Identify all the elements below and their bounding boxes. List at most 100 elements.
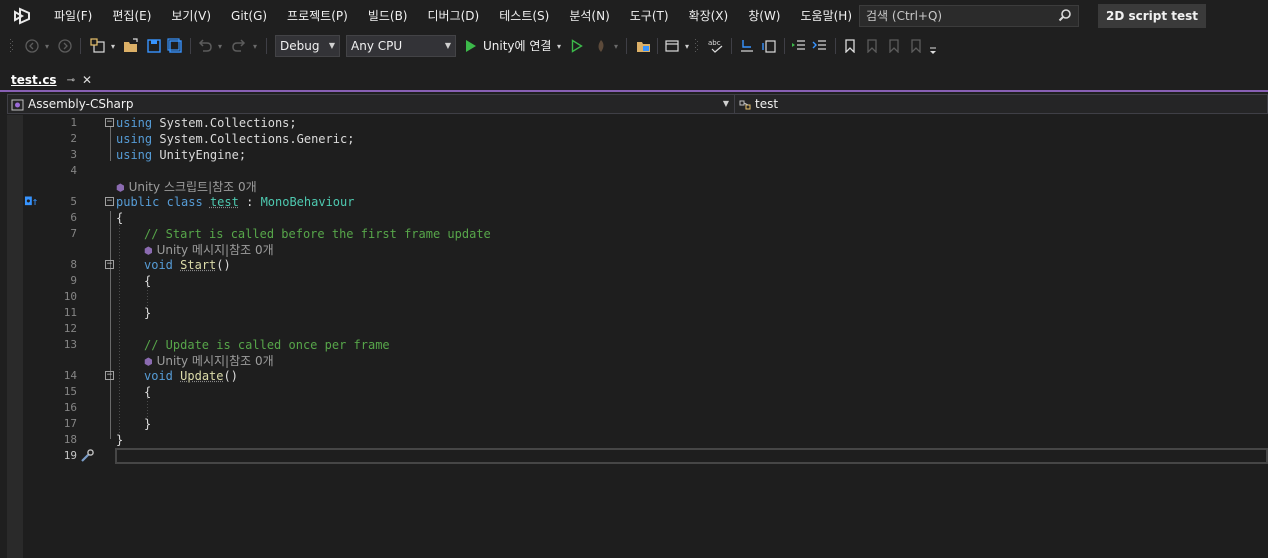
menu-build[interactable]: 빌드(B) [358,0,418,32]
project-dropdown[interactable]: Assembly-CSharp ▼ [8,95,733,113]
solution-platform-select[interactable]: Any CPU ▼ [346,35,456,57]
code-line-8: 8 − void Start() [7,257,1268,273]
tab-well-divider [0,90,1268,92]
toolbar-grip-icon[interactable] [694,37,700,55]
code-line-10: 10 [7,289,1268,305]
menu-view[interactable]: 보기(V) [161,0,221,32]
code-text: // Start is called before the first fram… [144,226,491,242]
collapse-icon[interactable]: − [105,260,114,269]
new-project-icon[interactable] [88,37,108,55]
browse-folder-icon[interactable] [634,37,654,55]
start-without-debugging-icon[interactable] [569,37,585,55]
navigate-back-icon[interactable] [23,37,41,55]
standard-toolbar: ▾ ▾ ▾ ▾ Debug ▼ Any CPU ▼ Unity에 연결 ▾ ▾ [0,32,1268,60]
collapse-icon[interactable]: − [105,197,114,206]
redo-icon[interactable] [230,37,248,55]
member-dropdown[interactable]: test [734,95,1268,113]
code-text: { [116,210,123,226]
chevron-down-icon: ▼ [723,95,729,113]
outdent-icon[interactable] [790,37,808,55]
menu-window[interactable]: 창(W) [738,0,790,32]
code-text: { [144,384,151,400]
start-debugging-button[interactable]: Unity에 연결 [483,35,551,57]
previous-bookmark-icon[interactable] [864,37,880,55]
line-number: 6 [47,210,77,226]
code-line-2: 2 using System.Collections.Generic; [7,131,1268,147]
line-number: 13 [47,337,77,353]
tab-test-cs[interactable]: test.cs ⊸ ✕ [6,70,92,92]
layout-icon[interactable] [663,37,681,55]
menu-project[interactable]: 프로젝트(P) [277,0,358,32]
hot-reload-dropdown-icon[interactable]: ▾ [612,37,620,55]
codelens-start[interactable]: ⬢ Unity 메시지|참조 0개 [144,241,274,258]
unity-icon: ⬢ [144,246,153,257]
inheritance-glyph-icon[interactable]: ◘↑ [25,194,38,210]
line-number: 12 [47,321,77,337]
line-number: 2 [47,131,77,147]
collapse-icon[interactable]: − [105,118,114,127]
code-line-17: 17 } [7,416,1268,432]
new-project-dropdown-icon[interactable]: ▾ [109,37,117,55]
clear-bookmarks-icon[interactable] [908,37,924,55]
menu-git[interactable]: Git(G) [221,0,277,32]
hot-reload-icon[interactable] [592,37,610,55]
line-number: 11 [47,305,77,321]
line-number: 5 [47,194,77,210]
undo-dropdown-icon[interactable]: ▾ [216,37,224,55]
undo-icon[interactable] [196,37,214,55]
visual-studio-logo-icon[interactable] [0,0,44,32]
code-line-13: 13 // Update is called once per frame [7,337,1268,353]
close-icon[interactable]: ✕ [82,73,92,87]
menu-analyze[interactable]: 분석(N) [559,0,619,32]
code-text: // Update is called once per frame [144,337,390,353]
menu-help[interactable]: 도움말(H) [791,0,863,32]
toggle-view-icon[interactable] [759,37,779,55]
navigate-back-dropdown-icon[interactable]: ▾ [43,37,51,55]
search-icon [1058,8,1072,28]
code-line-9: 9 { [7,273,1268,289]
menu-extensions[interactable]: 확장(X) [679,0,739,32]
pin-icon[interactable]: ⊸ [67,75,75,86]
start-debugging-icon[interactable] [464,37,478,55]
code-text: { [144,273,151,289]
code-line-11: 11 } [7,305,1268,321]
menu-tools[interactable]: 도구(T) [620,0,679,32]
save-all-icon[interactable] [165,37,185,55]
menu-debug[interactable]: 디버그(D) [418,0,490,32]
quick-actions-icon[interactable] [79,448,95,468]
bookmark-icon[interactable] [842,37,858,55]
step-into-icon[interactable] [737,37,757,55]
codelens-update[interactable]: ⬢ Unity 메시지|참조 0개 [144,352,274,369]
next-bookmark-icon[interactable] [886,37,902,55]
code-line-4: 4 [7,163,1268,179]
toolbar-overflow-icon[interactable] [928,41,938,59]
tab-label: test.cs [11,73,57,87]
navigate-forward-icon[interactable] [56,37,74,55]
save-icon[interactable] [144,37,164,55]
start-debugging-dropdown-icon[interactable]: ▾ [555,37,563,55]
collapse-icon[interactable]: − [105,371,114,380]
menu-edit[interactable]: 편집(E) [102,0,161,32]
code-editor[interactable]: 1 − using System.Collections; 2 using Sy… [7,115,1268,558]
codelens-class[interactable]: ⬢ Unity 스크립트|참조 0개 [116,178,257,195]
code-text: void Start() [144,257,231,273]
redo-dropdown-icon[interactable]: ▾ [251,37,259,55]
code-line-12: 12 [7,321,1268,337]
code-line-3: 3 using UnityEngine; [7,147,1268,163]
unity-icon: ⬢ [116,183,125,194]
layout-dropdown-icon[interactable]: ▾ [683,37,691,55]
menu-file[interactable]: 파일(F) [44,0,102,32]
toolbar-grip-icon[interactable] [8,37,16,55]
open-file-icon[interactable] [121,37,141,55]
line-number: 18 [47,432,77,448]
spell-check-icon[interactable]: abc [706,37,728,55]
line-number: 7 [47,226,77,242]
line-number: 1 [47,115,77,131]
indent-icon[interactable] [810,37,830,55]
menu-test[interactable]: 테스트(S) [489,0,559,32]
code-line-1: 1 − using System.Collections; [7,115,1268,131]
search-input[interactable]: 검색 (Ctrl+Q) [859,5,1079,27]
code-line-15: 15 { [7,384,1268,400]
solution-config-select[interactable]: Debug ▼ [275,35,340,57]
unity-icon: ⬢ [144,357,153,368]
